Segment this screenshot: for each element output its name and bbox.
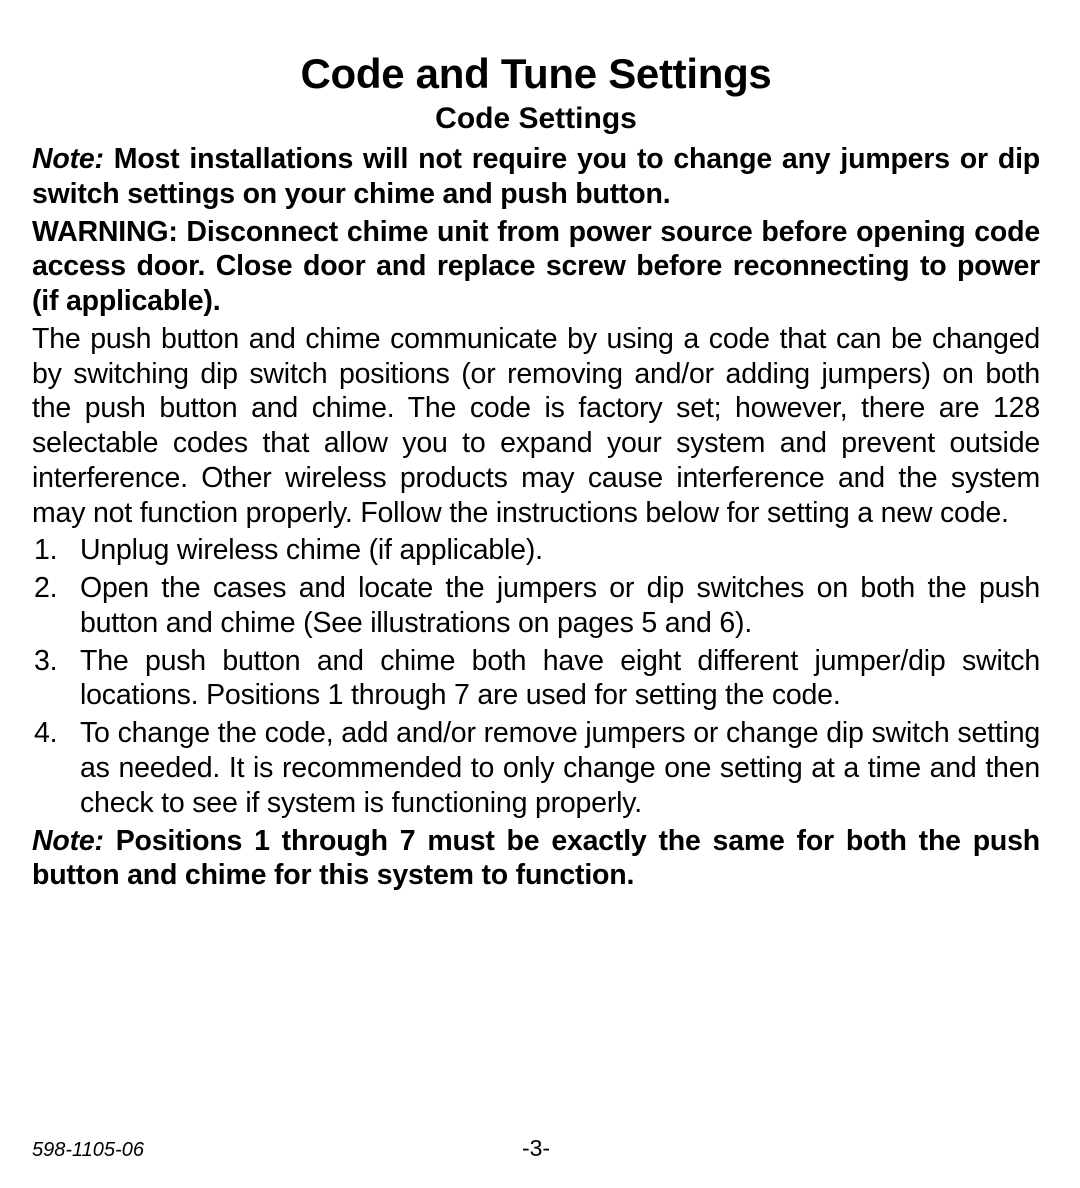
note-body: Positions 1 through 7 must be exactly th… — [32, 825, 1040, 892]
section-heading: Code Settings — [32, 102, 1040, 136]
document-number: 598-1105-06 — [32, 1139, 144, 1161]
note-paragraph-1: Note: Most installations will not requir… — [32, 142, 1040, 212]
list-item: The push button and chime both have eigh… — [32, 644, 1040, 714]
list-item: To change the code, add and/or remove ju… — [32, 716, 1040, 820]
note-paragraph-2: Note: Positions 1 through 7 must be exac… — [32, 824, 1040, 894]
note-label: Note: — [32, 143, 104, 175]
document-page: Code and Tune Settings Code Settings Not… — [0, 0, 1080, 1188]
list-item: Open the cases and locate the jumpers or… — [32, 571, 1040, 641]
note-label: Note: — [32, 825, 104, 857]
page-title: Code and Tune Settings — [32, 50, 1040, 98]
warning-paragraph: WARNING: Disconnect chime unit from powe… — [32, 215, 1040, 319]
footer: 598-1105-06 -3- — [32, 1139, 1040, 1162]
page-number: -3- — [522, 1135, 550, 1162]
steps-list: Unplug wireless chime (if applicable). O… — [32, 533, 1040, 820]
note-body: Most installations will not require you … — [32, 143, 1040, 210]
intro-paragraph: The push button and chime communicate by… — [32, 322, 1040, 531]
list-item: Unplug wireless chime (if applicable). — [32, 533, 1040, 568]
